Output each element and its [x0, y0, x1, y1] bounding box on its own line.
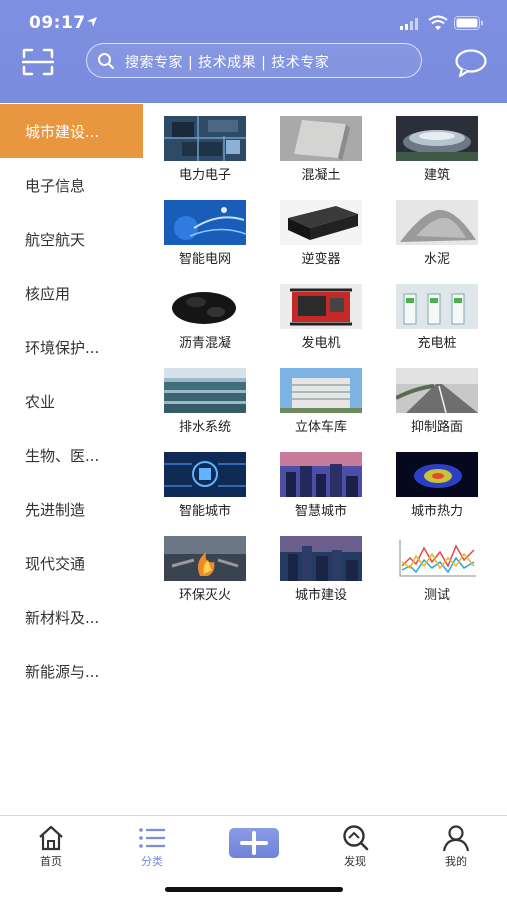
- grid-item-label: 抑制路面: [410, 420, 463, 435]
- grid-item-power-electronics[interactable]: 电力电子: [150, 116, 260, 196]
- category-item-aerospace[interactable]: 航空航天: [0, 212, 143, 266]
- location-arrow-icon: [87, 17, 97, 27]
- category-item-electronics[interactable]: 电子信息: [0, 158, 143, 212]
- category-sidebar: 城市建设... 电子信息 航空航天 核应用 环境保护... 农业 生物、医...…: [0, 104, 143, 816]
- grid-item-generator[interactable]: 发电机: [266, 284, 376, 364]
- grid-item-label: 发电机: [301, 336, 341, 351]
- grid-item-label: 城市热力: [410, 504, 463, 519]
- charging-piles-image: [396, 284, 478, 329]
- generator-image: [280, 284, 362, 329]
- grid-item-label: 沥青混凝: [178, 336, 231, 351]
- category-item-new-materials[interactable]: 新材料及...: [0, 590, 143, 644]
- app-header: 09:17 搜索专家 | 技术成果 | 技术专家: [0, 0, 507, 103]
- grid-item-label: 城市建设: [294, 588, 347, 603]
- line-chart-image: [396, 536, 478, 581]
- tab-home[interactable]: 首页: [21, 820, 81, 870]
- grid-item-label: 排水系统: [178, 420, 231, 435]
- tab-profile[interactable]: 我的: [426, 820, 486, 870]
- home-icon: [39, 825, 63, 851]
- grid-item-smart-city-ai[interactable]: 智能城市: [150, 452, 260, 532]
- category-item-nuclear[interactable]: 核应用: [0, 266, 143, 320]
- category-item-agriculture[interactable]: 农业: [0, 374, 143, 428]
- grid-item-label: 智慧城市: [294, 504, 347, 519]
- grid-item-label: 充电桩: [417, 336, 457, 351]
- signal-icon: [400, 18, 418, 30]
- grid-item-road-suppression[interactable]: 抑制路面: [382, 368, 492, 448]
- concrete-slab-image: [280, 116, 362, 161]
- tab-category[interactable]: 分类: [122, 820, 182, 870]
- search-icon: [98, 53, 114, 69]
- list-icon: [139, 828, 165, 848]
- category-item-transport[interactable]: 现代交通: [0, 536, 143, 590]
- grid-item-label: 水泥: [423, 252, 450, 267]
- user-icon: [442, 825, 470, 852]
- tab-label: 发现: [344, 855, 366, 868]
- tab-label: 我的: [445, 855, 467, 868]
- add-button[interactable]: [229, 828, 279, 858]
- grid-item-label: 智能电网: [178, 252, 231, 267]
- grid-item-concrete[interactable]: 混凝土: [266, 116, 376, 196]
- tab-label: 分类: [141, 855, 163, 868]
- battery-icon: [454, 16, 483, 30]
- fire-extinguishing-image: [164, 536, 246, 581]
- globe-network-image: [164, 200, 246, 245]
- grid-item-asphalt[interactable]: 沥青混凝: [150, 284, 260, 364]
- stadium-image: [396, 116, 478, 161]
- grid-item-fire-extinguishing[interactable]: 环保灭火: [150, 536, 260, 616]
- grid-item-city-heat[interactable]: 城市热力: [382, 452, 492, 532]
- message-icon[interactable]: [454, 48, 488, 78]
- grid-item-architecture[interactable]: 建筑: [382, 116, 492, 196]
- heat-map-image: [396, 452, 478, 497]
- search-input[interactable]: 搜索专家 | 技术成果 | 技术专家: [86, 43, 422, 78]
- grid-item-label: 电力电子: [178, 168, 231, 183]
- cement-powder-image: [396, 200, 478, 245]
- grid-item-label: 混凝土: [301, 168, 341, 183]
- grid-item-label: 立体车库: [294, 420, 347, 435]
- grid-item-wisdom-city[interactable]: 智慧城市: [266, 452, 376, 532]
- drainage-pools-image: [164, 368, 246, 413]
- home-indicator: [165, 887, 343, 892]
- grid-item-label: 环保灭火: [178, 588, 231, 603]
- parking-building-image: [280, 368, 362, 413]
- circuit-board-image: [164, 116, 246, 161]
- grid-item-urban-construction[interactable]: 城市建设: [266, 536, 376, 616]
- grid-item-drainage[interactable]: 排水系统: [150, 368, 260, 448]
- asphalt-gravel-image: [164, 284, 246, 329]
- grid-item-cement[interactable]: 水泥: [382, 200, 492, 280]
- category-item-biomedical[interactable]: 生物、医...: [0, 428, 143, 482]
- grid-item-label: 智能城市: [178, 504, 231, 519]
- grid-item-charging-pile[interactable]: 充电桩: [382, 284, 492, 364]
- grid-item-test[interactable]: 测试: [382, 536, 492, 616]
- ai-chip-image: [164, 452, 246, 497]
- grid-item-label: 逆变器: [301, 252, 341, 267]
- category-item-new-energy[interactable]: 新能源与...: [0, 644, 143, 698]
- grid-item-label: 建筑: [423, 168, 450, 183]
- city-skyline-image: [280, 536, 362, 581]
- plus-icon: [240, 831, 268, 855]
- grid-item-label: 测试: [423, 588, 450, 603]
- grid-item-smart-grid[interactable]: 智能电网: [150, 200, 260, 280]
- category-item-environment[interactable]: 环境保护...: [0, 320, 143, 374]
- tab-discover[interactable]: 发现: [325, 820, 385, 870]
- grid-item-parking-garage[interactable]: 立体车库: [266, 368, 376, 448]
- road-image: [396, 368, 478, 413]
- discover-icon: [343, 825, 369, 851]
- category-item-urban-construction[interactable]: 城市建设...: [0, 104, 143, 158]
- category-item-manufacturing[interactable]: 先进制造: [0, 482, 143, 536]
- wifi-icon: [428, 15, 448, 30]
- scan-icon[interactable]: [22, 48, 54, 76]
- search-placeholder: 搜索专家 | 技术成果 | 技术专家: [125, 55, 330, 71]
- inverter-box-image: [280, 200, 362, 245]
- grid-item-inverter[interactable]: 逆变器: [266, 200, 376, 280]
- city-night-image: [280, 452, 362, 497]
- status-bar: 09:17: [0, 0, 507, 44]
- status-time: 09:17: [29, 13, 86, 33]
- tab-label: 首页: [40, 855, 62, 868]
